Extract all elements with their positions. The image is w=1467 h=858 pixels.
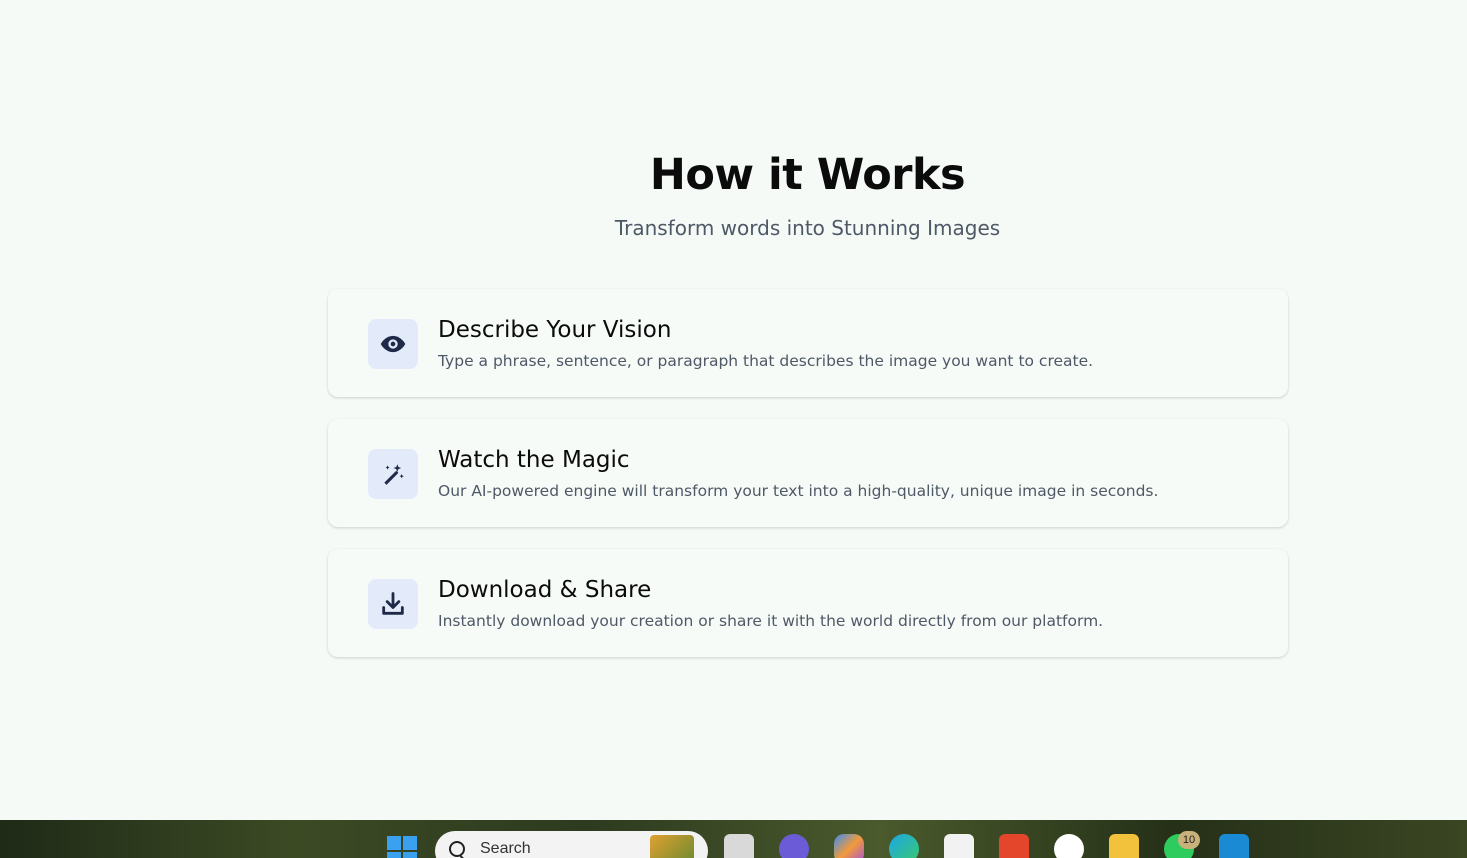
file-explorer-icon[interactable]: [1109, 834, 1139, 858]
search-icon: [449, 841, 465, 857]
step-title: Watch the Magic: [438, 447, 630, 473]
brave-icon[interactable]: [999, 834, 1029, 858]
eye-icon: [368, 319, 418, 369]
step-title: Describe Your Vision: [438, 317, 672, 343]
taskbar-search[interactable]: Search: [435, 831, 708, 858]
search-placeholder: Search: [480, 840, 531, 857]
section-subtitle: Transform words into Stunning Images: [614, 216, 1001, 240]
start-icon[interactable]: [387, 836, 417, 858]
how-it-works-section: How it Works Transform words into Stunni…: [0, 0, 1467, 820]
step-card-describe: Describe Your Vision Type a phrase, sent…: [328, 289, 1288, 397]
step-card-magic: Watch the Magic Our AI-powered engine wi…: [328, 419, 1288, 527]
taskbar: Search 10: [0, 820, 1467, 858]
step-description: Type a phrase, sentence, or paragraph th…: [438, 352, 1094, 370]
section-title: How it Works: [649, 150, 966, 200]
copilot-icon[interactable]: [834, 834, 864, 858]
step-description: Instantly download your creation or shar…: [438, 612, 1104, 630]
task-view-icon[interactable]: [724, 834, 754, 858]
notification-badge: 10: [1178, 831, 1200, 849]
key-app-icon[interactable]: [1054, 834, 1084, 858]
step-title: Download & Share: [438, 577, 652, 603]
step-card-download: Download & Share Instantly download your…: [328, 549, 1288, 657]
video-call-icon[interactable]: [779, 834, 809, 858]
search-highlight-icon: [650, 835, 694, 858]
edge-icon[interactable]: [889, 834, 919, 858]
store-icon[interactable]: [944, 834, 974, 858]
download-icon: [368, 579, 418, 629]
magic-wand-icon: [368, 449, 418, 499]
step-description: Our AI-powered engine will transform you…: [438, 482, 1159, 500]
vscode-icon[interactable]: [1219, 834, 1249, 858]
